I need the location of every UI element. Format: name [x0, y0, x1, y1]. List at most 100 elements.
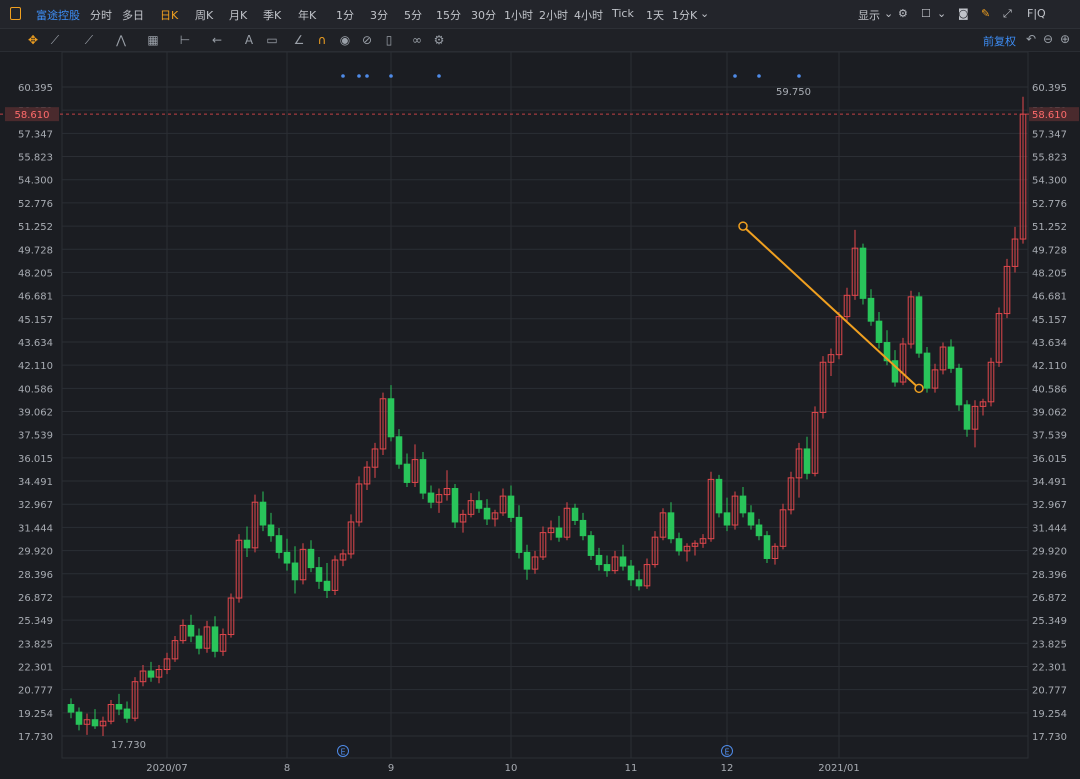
- layout-icon[interactable]: ☐: [921, 7, 931, 20]
- panel-toggle-icon[interactable]: [10, 7, 21, 20]
- arrow-icon[interactable]: ←: [208, 32, 226, 48]
- comment-icon[interactable]: ▭: [263, 32, 281, 48]
- y-tick-label-right: 40.586: [1032, 384, 1067, 395]
- stock-name[interactable]: 富途控股: [36, 7, 80, 23]
- y-tick-label-right: 22.301: [1032, 662, 1067, 673]
- layout-chevron-icon[interactable]: ⌄: [937, 7, 946, 20]
- y-tick-label-left: 23.825: [18, 639, 53, 650]
- y-tick-label-right: 32.967: [1032, 500, 1067, 511]
- zoom-out-icon[interactable]: ⊖: [1043, 32, 1053, 46]
- y-tick-label-right: 51.252: [1032, 222, 1067, 233]
- period-tab-2[interactable]: 日K: [160, 7, 178, 23]
- candle-body: [451, 488, 459, 523]
- y-tick-label-right: 42.110: [1032, 361, 1067, 372]
- period-tab-7[interactable]: 1分: [336, 7, 354, 23]
- trend-icon[interactable]: ⟋: [80, 32, 98, 48]
- period-tab-5[interactable]: 季K: [263, 7, 281, 23]
- expand-icon[interactable]: ⤢: [1003, 7, 1012, 21]
- eye-icon[interactable]: ◉: [336, 32, 354, 48]
- candle-body: [723, 512, 731, 526]
- candle-body: [483, 507, 491, 520]
- period-tab-14[interactable]: 4小时: [574, 7, 603, 23]
- period-tab-1[interactable]: 多日: [122, 7, 144, 23]
- candle-body: [915, 296, 923, 354]
- period-tab-12[interactable]: 1小时: [504, 7, 533, 23]
- kline-svg[interactable]: 60.39560.39558.87158.87157.34757.34755.8…: [0, 51, 1080, 775]
- event-dot-marker: [733, 74, 737, 78]
- range-icon[interactable]: ⊢: [176, 32, 194, 48]
- candle-body: [947, 346, 955, 369]
- x-tick-label: 12: [721, 763, 734, 774]
- period-tab-8[interactable]: 3分: [370, 7, 388, 23]
- x-tick-label: 10: [505, 763, 518, 774]
- candle-body: [507, 495, 515, 518]
- display-chevron-icon[interactable]: ⌄: [884, 7, 893, 20]
- line-icon[interactable]: ⟋: [46, 32, 64, 48]
- candle-body: [267, 524, 275, 537]
- y-tick-label-right: 25.349: [1032, 616, 1067, 627]
- y-tick-label-left: 46.681: [18, 292, 53, 303]
- period-tab-3[interactable]: 周K: [195, 7, 213, 23]
- y-tick-label-right: 45.157: [1032, 315, 1067, 326]
- candle-body: [555, 527, 563, 538]
- period-chevron-icon[interactable]: ⌄: [700, 7, 709, 20]
- y-tick-label-left: 19.254: [18, 709, 53, 720]
- event-dot-marker: [365, 74, 369, 78]
- y-tick-label-right: 20.777: [1032, 686, 1067, 697]
- trend-line-end-handle: [914, 383, 924, 394]
- candle-body: [747, 512, 755, 526]
- y-tick-label-right: 34.491: [1032, 477, 1067, 488]
- period-tab-4[interactable]: 月K: [229, 7, 247, 23]
- display-button[interactable]: 显示: [858, 7, 880, 23]
- hide-icon[interactable]: ⊘: [358, 32, 376, 48]
- candle-body: [675, 538, 683, 552]
- y-tick-label-left: 20.777: [18, 686, 53, 697]
- period-tab-11[interactable]: 30分: [471, 7, 496, 23]
- y-tick-label-right: 55.823: [1032, 153, 1067, 164]
- adjust-mode-button[interactable]: 前复权: [983, 33, 1016, 49]
- current-price-label-left: 58.610: [15, 110, 50, 121]
- y-tick-label-left: 49.728: [18, 245, 53, 256]
- text-icon[interactable]: A: [240, 32, 258, 48]
- candle-body: [739, 495, 747, 514]
- zoom-in-icon[interactable]: ⊕: [1060, 32, 1070, 46]
- period-tab-16[interactable]: 1天: [646, 7, 664, 23]
- link-icon[interactable]: ∞: [408, 32, 426, 48]
- move-icon[interactable]: ✥: [24, 32, 42, 48]
- trash-icon[interactable]: ▯: [380, 32, 398, 48]
- undo-icon[interactable]: ↶: [1026, 32, 1036, 46]
- candle-body: [523, 551, 531, 570]
- candle-body: [75, 711, 83, 725]
- y-tick-label-right: 26.872: [1032, 593, 1067, 604]
- candle-body: [211, 626, 219, 652]
- current-price-label-right: 58.610: [1032, 110, 1067, 121]
- period-tab-10[interactable]: 15分: [436, 7, 461, 23]
- y-tick-label-right: 23.825: [1032, 639, 1067, 650]
- period-tab-0[interactable]: 分时: [90, 7, 112, 23]
- candle-body: [387, 398, 395, 438]
- candle-body: [315, 567, 323, 582]
- candle-body: [867, 297, 875, 322]
- settings-icon[interactable]: ⚙: [430, 32, 448, 48]
- draw-pen-icon[interactable]: ✎: [981, 7, 990, 20]
- period-tab-17[interactable]: 1分K: [672, 7, 697, 23]
- period-tab-9[interactable]: 5分: [404, 7, 422, 23]
- settings-icon[interactable]: ⚙: [898, 7, 908, 20]
- candle-body: [291, 562, 299, 581]
- magnet-icon[interactable]: ∩: [313, 32, 331, 48]
- event-dot-marker: [437, 74, 441, 78]
- period-tab-13[interactable]: 2小时: [539, 7, 568, 23]
- kline-chart[interactable]: 60.39560.39558.87158.87157.34757.34755.8…: [0, 51, 1080, 775]
- y-tick-label-right: 52.776: [1032, 199, 1067, 210]
- fq-button[interactable]: F|Q: [1027, 7, 1046, 20]
- y-tick-label-left: 55.823: [18, 153, 53, 164]
- angle-icon[interactable]: ∠: [290, 32, 308, 48]
- period-tab-15[interactable]: Tick: [612, 7, 634, 20]
- camera-icon[interactable]: ◙: [958, 7, 969, 20]
- pattern-icon[interactable]: ▦: [144, 32, 162, 48]
- candle-body: [115, 704, 123, 710]
- period-tab-6[interactable]: 年K: [298, 7, 316, 23]
- wave-icon[interactable]: ⋀: [112, 32, 130, 48]
- candle-body: [475, 500, 483, 509]
- candle-body: [419, 459, 427, 494]
